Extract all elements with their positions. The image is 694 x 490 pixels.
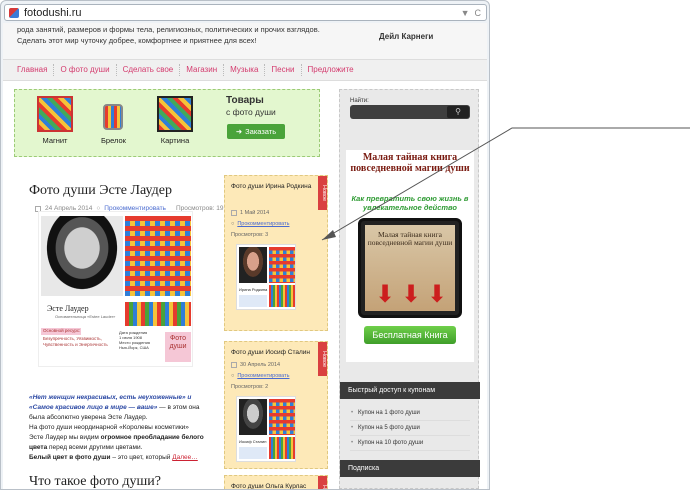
annotation-callout [321, 127, 690, 241]
callout-arrowhead [322, 230, 336, 240]
callout-line [321, 127, 690, 241]
